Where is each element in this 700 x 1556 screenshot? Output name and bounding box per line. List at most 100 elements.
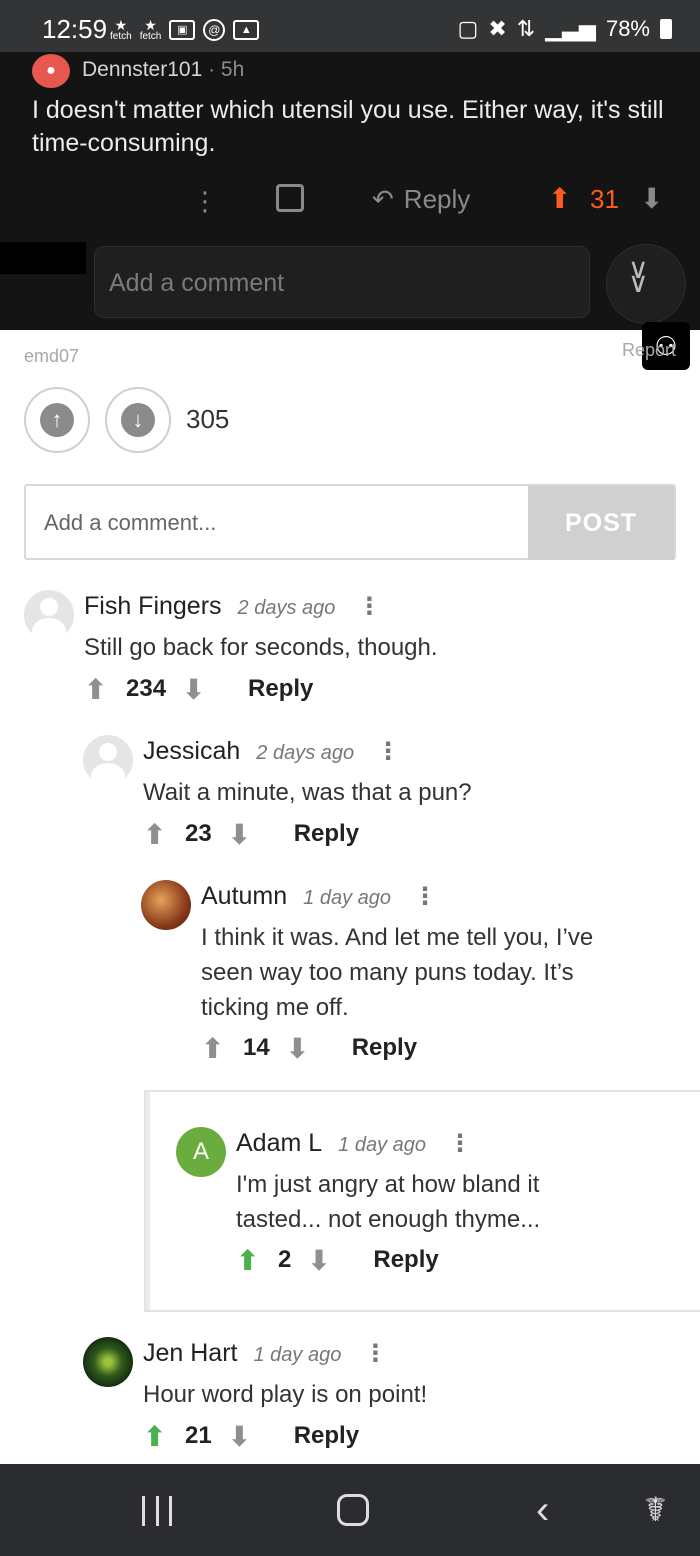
- comment-actions: ⬆ 2 ⬇ Reply: [236, 1243, 439, 1277]
- post-downvote-button[interactable]: ↓: [105, 387, 171, 453]
- system-navigation-bar: ‹ ☤: [0, 1464, 700, 1556]
- upvote-arrow-icon: ⬆: [548, 183, 572, 214]
- notification-icons: ★ fetch ★ fetch ▣ @ ▲: [110, 17, 260, 42]
- avatar[interactable]: A: [176, 1127, 226, 1177]
- comment-author[interactable]: Autumn: [201, 882, 287, 910]
- comment-score: 2: [278, 1246, 292, 1273]
- reply-button[interactable]: Reply: [248, 675, 313, 703]
- screenshot-score: 31: [590, 184, 619, 214]
- comment: Jen Hart 1 day ago ⋮ Hour word play is on …: [83, 1337, 683, 1457]
- comment-text-line: tasted... not enough thyme...: [236, 1206, 541, 1233]
- comment-text-line: ticking me off.: [201, 994, 349, 1021]
- kebab-menu-icon[interactable]: ⋮: [448, 1130, 472, 1157]
- comment-time: 2 days ago: [237, 597, 336, 619]
- gift-icon: [276, 184, 304, 212]
- downvote-arrow-icon[interactable]: ⬇: [228, 1420, 256, 1453]
- kebab-menu-icon[interactable]: ⋮: [413, 883, 437, 910]
- downvote-arrow-icon[interactable]: ⬇: [182, 673, 210, 706]
- embedded-comment-screenshot: ● Dennster101 · 5h I doesn't matter whic…: [0, 52, 700, 370]
- comment-time: 1 day ago: [253, 1344, 342, 1366]
- double-chevron-down-icon: ∨ ∨: [628, 253, 649, 298]
- battery-icon: [660, 19, 672, 39]
- avatar[interactable]: [83, 1337, 133, 1387]
- post-button[interactable]: POST: [528, 486, 674, 560]
- status-time: 12:59: [42, 14, 108, 44]
- kebab-menu-icon[interactable]: ⋮: [357, 593, 381, 620]
- comment-author[interactable]: Fish Fingers: [84, 592, 222, 620]
- comment-author[interactable]: Jessicah: [143, 737, 240, 765]
- reddit-avatar-icon: ●: [32, 54, 70, 88]
- comment-score: 14: [243, 1034, 270, 1061]
- comment: Autumn 1 day ago ⋮ I think it was. And let…: [141, 880, 681, 1070]
- comment-author[interactable]: Adam L: [236, 1129, 322, 1157]
- back-icon[interactable]: ‹: [536, 1488, 549, 1533]
- comment-time: 1 day ago: [338, 1134, 427, 1156]
- screenshot-actions: ⋮ ↶ Reply ⬆ 31 ⬇: [0, 183, 700, 220]
- battery-percent: 78%: [605, 16, 650, 41]
- comment-actions: ⬆ 234 ⬇ Reply: [84, 672, 313, 706]
- fetch-icon: ★ fetch: [110, 17, 132, 42]
- report-link[interactable]: Report: [622, 340, 676, 361]
- reply-button[interactable]: Reply: [294, 1422, 359, 1450]
- comment-text-line: seen way too many puns today. It’s: [201, 959, 574, 986]
- upvote-arrow-icon[interactable]: ⬆: [201, 1032, 229, 1065]
- comment-text: Still go back for seconds, though.: [84, 634, 438, 661]
- image-icon: ▲: [233, 20, 260, 40]
- downvote-arrow-icon[interactable]: ⬇: [286, 1032, 314, 1065]
- comment-text: I think it was. And let me tell you, I’v…: [201, 920, 593, 1025]
- comment: A Adam L 1 day ago ⋮ I'm just angry at how…: [176, 1127, 676, 1297]
- comment-text: I'm just angry at how bland it tasted...…: [236, 1167, 540, 1237]
- upvote-arrow-icon[interactable]: ⬆: [84, 673, 112, 706]
- home-icon[interactable]: [337, 1494, 369, 1526]
- reply-arrow-icon: ↶: [372, 184, 394, 214]
- screenshot-comment-text: I doesn't matter which utensil you use. …: [32, 96, 664, 157]
- signal-icon: ▁▃▅: [545, 16, 596, 41]
- screenshot-dot: ·: [208, 58, 221, 81]
- avatar[interactable]: [24, 590, 74, 640]
- reply-button[interactable]: Reply: [373, 1246, 438, 1274]
- comment: Jessicah 2 days ago ⋮ Wait a minute, was t…: [83, 735, 683, 855]
- comment-text: Wait a minute, was that a pun?: [143, 779, 472, 806]
- comment-actions: ⬆ 23 ⬇ Reply: [143, 817, 359, 851]
- more-options-icon: ⋮: [192, 186, 218, 216]
- avatar[interactable]: [141, 880, 191, 930]
- avatar[interactable]: [83, 735, 133, 785]
- at-sign-icon: @: [203, 19, 226, 41]
- comment: Fish Fingers 2 days ago ⋮ Still go back fo…: [24, 590, 684, 710]
- upvote-arrow-icon[interactable]: ⬆: [143, 1420, 171, 1453]
- screenshot-age: 5h: [220, 58, 245, 81]
- post-score: 305: [186, 404, 230, 434]
- screenshot-user: Dennster101 · 5h: [82, 58, 244, 82]
- app-notification-icon: ▣: [169, 20, 196, 40]
- comment-author[interactable]: Jen Hart: [143, 1339, 237, 1367]
- poster-name[interactable]: emd07: [24, 346, 79, 367]
- lock-icon: ▢: [457, 16, 479, 41]
- arrow-up-icon: ↑: [40, 403, 74, 437]
- comment-form: POST: [24, 484, 676, 560]
- reply-button[interactable]: Reply: [294, 820, 359, 848]
- upvote-arrow-icon[interactable]: ⬆: [143, 818, 171, 851]
- reply-button[interactable]: Reply: [352, 1034, 417, 1062]
- downvote-arrow-icon[interactable]: ⬇: [307, 1244, 335, 1277]
- upvote-arrow-icon[interactable]: ⬆: [236, 1244, 264, 1277]
- comment-input[interactable]: [44, 506, 514, 540]
- mute-icon: ✖: [488, 16, 507, 41]
- fetch-icon: ★ fetch: [139, 17, 162, 42]
- kebab-menu-icon[interactable]: ⋮: [363, 1340, 387, 1367]
- comment-actions: ⬆ 14 ⬇ Reply: [201, 1031, 417, 1065]
- comment-time: 1 day ago: [303, 887, 392, 909]
- status-bar: 12:59 ★ fetch ★ fetch ▣ @ ▲ ▢ ✖ ⇅ ▁▃▅ 78%: [0, 0, 700, 52]
- comment-text: Hour word play is on point!: [143, 1381, 428, 1408]
- screenshot-add-comment: Add a comment: [94, 246, 590, 318]
- redaction-bar: [0, 242, 86, 274]
- comment-score: 21: [185, 1422, 212, 1449]
- post-upvote-button[interactable]: ↑: [24, 387, 90, 453]
- recent-apps-icon[interactable]: [142, 1496, 172, 1526]
- system-icons: ▢ ✖ ⇅ ▁▃▅ 78%: [458, 16, 672, 42]
- screenshot-username: Dennster101: [82, 58, 203, 81]
- downvote-arrow-icon[interactable]: ⬇: [228, 818, 256, 851]
- downvote-arrow-icon: ⬇: [640, 183, 664, 214]
- kebab-menu-icon[interactable]: ⋮: [376, 738, 400, 765]
- accessibility-icon[interactable]: ☤: [644, 1490, 667, 1530]
- screenshot-reply: ↶ Reply: [372, 184, 470, 215]
